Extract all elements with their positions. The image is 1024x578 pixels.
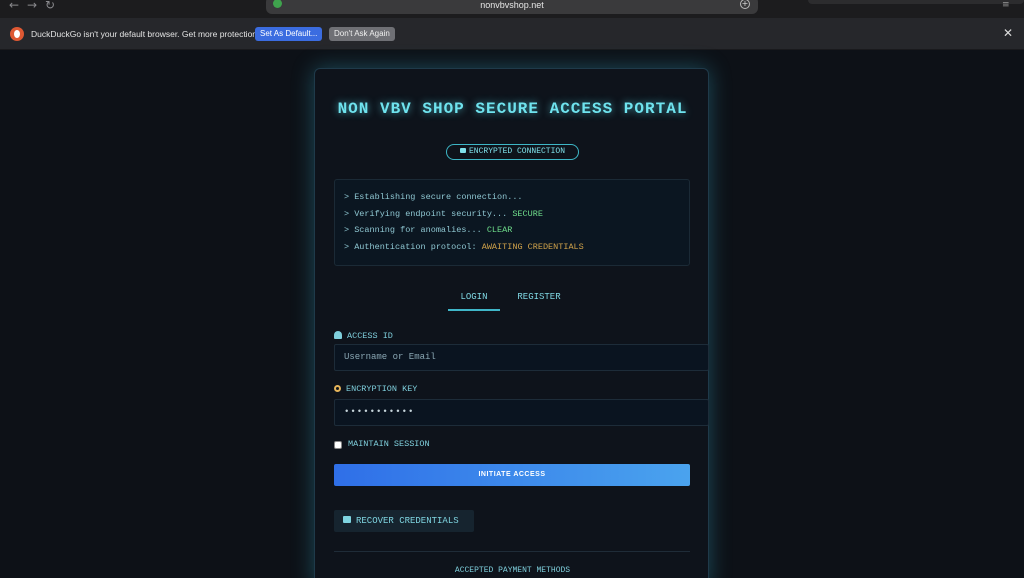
close-icon[interactable]: ✕ bbox=[1003, 27, 1013, 39]
back-icon[interactable]: ← bbox=[9, 0, 19, 12]
access-id-label-text: ACCESS ID bbox=[347, 331, 393, 341]
payment-methods-heading: ACCEPTED PAYMENT METHODS bbox=[454, 566, 571, 575]
login-card: NON VBV SHOP SECURE ACCESS PORTAL ENCRYP… bbox=[314, 68, 709, 578]
console-text: > Verifying endpoint security... bbox=[344, 208, 513, 219]
maintain-session-label: MAINTAIN SESSION bbox=[348, 439, 430, 449]
access-id-label: ACCESS ID bbox=[334, 330, 393, 341]
console-line: > Establishing secure connection... bbox=[344, 189, 680, 206]
status-secure: SECURE bbox=[512, 208, 543, 219]
reload-icon[interactable]: ↻ bbox=[45, 0, 55, 12]
maintain-session-checkbox[interactable] bbox=[334, 441, 342, 449]
encrypted-connection-badge: ENCRYPTED CONNECTION bbox=[446, 144, 579, 160]
encryption-key-label-text: ENCRYPTION KEY bbox=[346, 384, 418, 394]
default-browser-notification: DuckDuckGo isn't your default browser. G… bbox=[0, 18, 1024, 50]
console-line: > Authentication protocol: AWAITING CRED… bbox=[344, 239, 680, 256]
address-bar[interactable]: nonvbvshop.net + bbox=[266, 0, 758, 14]
browser-toolbar: ← → ↻ nonvbvshop.net + ≡ bbox=[0, 0, 1024, 18]
status-awaiting: AWAITING CREDENTIALS bbox=[481, 241, 584, 252]
access-id-input[interactable]: Username or Email bbox=[334, 344, 709, 371]
console-text: > Authentication protocol: bbox=[344, 241, 482, 252]
console-line: > Verifying endpoint security... SECURE bbox=[344, 206, 680, 223]
page-title: NON VBV SHOP SECURE ACCESS PORTAL bbox=[337, 100, 688, 118]
notification-message: DuckDuckGo isn't your default browser. G… bbox=[31, 29, 258, 39]
encryption-key-input[interactable]: ••••••••••• bbox=[334, 399, 709, 426]
set-as-default-button[interactable]: Set As Default... bbox=[255, 27, 323, 41]
console-line: > Scanning for anomalies... CLEAR bbox=[344, 222, 680, 239]
unlock-icon bbox=[343, 516, 351, 523]
initiate-access-button[interactable]: INITIATE ACCESS bbox=[334, 464, 690, 486]
url-text: nonvbvshop.net bbox=[480, 0, 544, 10]
console-text: > Establishing secure connection... bbox=[344, 192, 523, 202]
divider bbox=[334, 551, 690, 552]
menu-icon[interactable]: ≡ bbox=[1002, 1, 1010, 10]
console-text: > Scanning for anomalies... bbox=[344, 225, 487, 235]
badge-label: ENCRYPTED CONNECTION bbox=[468, 147, 565, 156]
toolbar-search-box[interactable] bbox=[808, 0, 1024, 4]
key-icon bbox=[334, 385, 341, 392]
dont-ask-again-button[interactable]: Don't Ask Again bbox=[329, 27, 395, 41]
recover-credentials-label: RECOVER CREDENTIALS bbox=[356, 516, 459, 526]
user-icon bbox=[334, 331, 342, 339]
forward-icon[interactable]: → bbox=[27, 0, 37, 12]
status-clear: CLEAR bbox=[486, 225, 513, 235]
duckduckgo-logo-icon bbox=[10, 27, 24, 41]
encryption-key-label: ENCRYPTION KEY bbox=[334, 384, 417, 394]
lock-icon bbox=[459, 148, 466, 153]
tab-register[interactable]: REGISTER bbox=[511, 291, 567, 311]
status-console: > Establishing secure connection... > Ve… bbox=[334, 179, 690, 266]
tab-login[interactable]: LOGIN bbox=[448, 291, 500, 311]
recover-credentials-button[interactable]: RECOVER CREDENTIALS bbox=[334, 510, 474, 532]
